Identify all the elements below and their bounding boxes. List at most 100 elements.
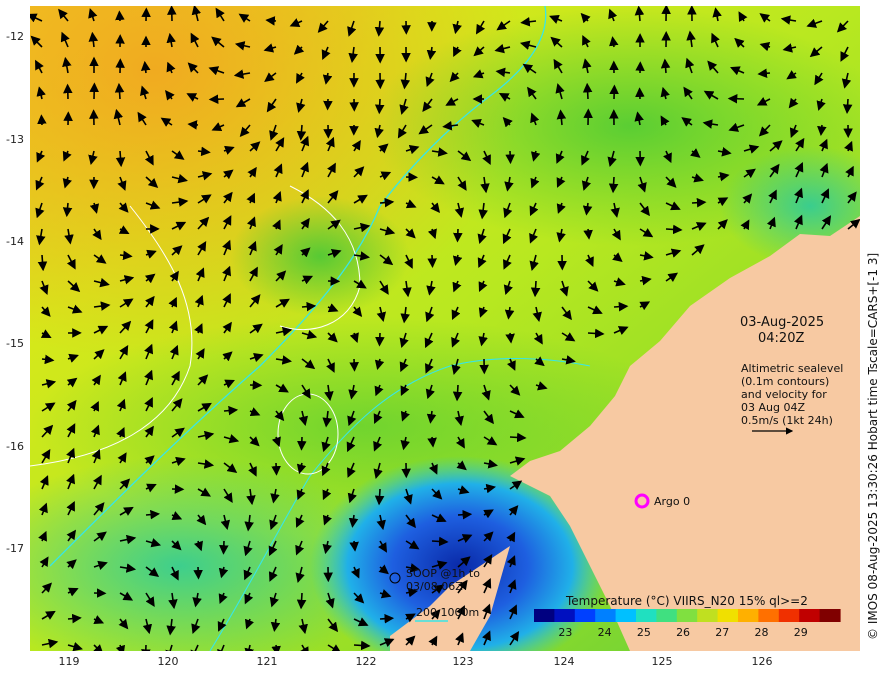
velocity-arrow (296, 592, 307, 610)
velocity-arrow (608, 176, 619, 194)
velocity-arrow (265, 16, 277, 26)
colorbar-segment (656, 609, 678, 622)
velocity-arrow (271, 462, 281, 476)
velocity-arrow (452, 384, 463, 402)
colorbar-tick-label: 23 (558, 626, 573, 639)
velocity-arrow (505, 150, 515, 165)
x-tick-label: 126 (751, 655, 773, 668)
altimetry-line: and velocity for (741, 388, 827, 401)
velocity-arrow (301, 301, 317, 312)
velocity-arrow (691, 197, 707, 208)
altimetry-line: (0.1m contours) (741, 375, 830, 388)
colorbar-segment (717, 609, 739, 622)
velocity-arrow (505, 332, 515, 344)
x-tick-label: 119 (58, 655, 80, 668)
x-tick-label: 121 (256, 655, 278, 668)
colorbar-tick-label: 24 (597, 626, 612, 639)
map-time: 04:20Z (758, 331, 805, 346)
velocity-arrow (219, 540, 229, 555)
velocity-arrow (530, 280, 541, 298)
colorbar-segment (636, 609, 657, 622)
altimetry-line: 0.5m/s (1kt 24h) (741, 414, 833, 427)
velocity-arrow (660, 58, 671, 74)
colorbar-segment (819, 609, 841, 622)
velocity-arrow (37, 114, 47, 126)
velocity-arrow (353, 640, 371, 651)
velocity-arrow (509, 432, 527, 443)
y-tick-label: -13 (6, 133, 24, 146)
velocity-arrow (37, 254, 48, 272)
credit-text: © IMOS 08-Aug-2025 13:30:26 Hobart time … (866, 252, 880, 640)
sst-map (30, 6, 860, 651)
argo-label: Argo 0 (654, 495, 691, 508)
velocity-arrow (297, 436, 307, 451)
soop-label: SOOP @1h to 03/08 06Z (406, 567, 480, 593)
velocity-arrow (613, 301, 629, 312)
velocity-arrow (375, 332, 385, 347)
colorbar-ticks: 23 24 25 26 27 28 29 (534, 626, 840, 640)
velocity-arrow (223, 405, 239, 416)
map-date: 03-Aug-2025 (740, 315, 825, 330)
velocity-arrow (665, 224, 683, 235)
x-tick-label: 120 (157, 655, 179, 668)
velocity-arrow (431, 536, 449, 547)
colorbar-segment (615, 609, 637, 622)
velocity-arrow (115, 10, 125, 22)
velocity-arrow (67, 613, 82, 624)
velocity-arrow (141, 644, 151, 651)
velocity-arrow (193, 566, 203, 580)
velocity-arrow (115, 150, 126, 168)
x-tick-label: 123 (452, 655, 474, 668)
velocity-arrow (379, 197, 395, 208)
colorbar-segment (738, 609, 759, 622)
velocity-arrow (374, 488, 385, 506)
altimetry-line: Altimetric sealevel (741, 362, 844, 375)
velocity-arrow (587, 328, 605, 339)
colorbar-tick-label: 26 (676, 626, 691, 639)
x-tick-label: 122 (355, 655, 377, 668)
colorbar-segment (697, 609, 719, 622)
velocity-arrow (374, 98, 385, 115)
colorbar-segment (799, 609, 821, 622)
colorbar-tick-label: 27 (715, 626, 730, 639)
x-tick-label: 124 (553, 655, 575, 668)
colorbar-segment (534, 609, 555, 622)
colorbar-title: Temperature (°C) VIIRS_N20 15% ql>=2 (566, 594, 808, 608)
velocity-arrow (582, 82, 593, 100)
y-tick-label: -17 (6, 542, 24, 555)
velocity-arrow (757, 68, 771, 79)
colorbar-tick-label: 28 (754, 626, 769, 639)
velocity-arrow (349, 358, 359, 372)
velocity-arrow (583, 228, 593, 240)
colorbar (534, 609, 841, 622)
velocity-arrow (114, 82, 125, 100)
depth-legend-label: 200 1000m (416, 606, 480, 619)
velocity-arrow (457, 509, 473, 520)
map-canvas[interactable] (30, 6, 860, 651)
altimetry-note: Altimetric sealevel (0.1m contours) and … (741, 362, 843, 427)
colorbar-segment (554, 609, 576, 622)
velocity-arrow (727, 93, 745, 104)
velocity-arrow (427, 254, 437, 268)
velocity-arrow (842, 98, 853, 114)
altimetry-line: 03 Aug 04Z (741, 401, 806, 414)
x-tick-label: 125 (651, 655, 673, 668)
velocity-arrow (208, 94, 225, 105)
velocity-arrow (817, 124, 827, 136)
velocity-arrow (349, 540, 359, 552)
soop-line: 03/08 06Z (406, 580, 463, 593)
colorbar-segment (758, 609, 780, 622)
velocity-arrow (427, 436, 437, 448)
y-tick-label: -14 (6, 235, 24, 248)
y-tick-label: -12 (6, 30, 24, 43)
velocity-arrow (145, 509, 160, 520)
velocity-arrow (187, 120, 199, 130)
y-tick-label: -15 (6, 337, 24, 350)
colorbar-segment (595, 609, 617, 622)
velocity-arrow (453, 228, 463, 243)
colorbar-tick-label: 25 (636, 626, 651, 639)
soop-line: SOOP @1h to (406, 567, 480, 580)
y-tick-label: -16 (6, 440, 24, 453)
colorbar-segment (574, 609, 596, 622)
colorbar-segment (778, 609, 800, 622)
